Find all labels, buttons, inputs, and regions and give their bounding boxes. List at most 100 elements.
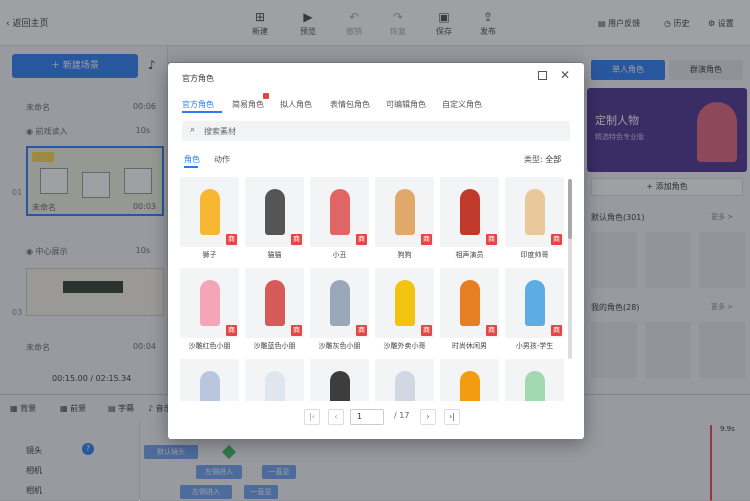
tab-anthro-role[interactable]: 拟人角色 xyxy=(280,99,312,110)
role-card[interactable]: 商猫猫 xyxy=(245,177,304,259)
save-button[interactable]: ▣ 保存 xyxy=(426,10,462,37)
character-figure xyxy=(330,189,350,235)
role-card[interactable]: 商狮子 xyxy=(180,177,239,259)
background-tool[interactable]: ▦ 背景 xyxy=(10,403,36,414)
more-link[interactable]: 更多 > xyxy=(711,212,733,222)
role-card[interactable]: 商时尚休闲男 xyxy=(440,268,499,350)
timeline-clip[interactable]: 一直显 xyxy=(244,485,278,499)
role-card[interactable]: 商相声演员 xyxy=(440,177,499,259)
role-card[interactable] xyxy=(245,359,304,401)
role-image: 商 xyxy=(310,177,369,247)
settings-button[interactable]: ⚙ 设置 xyxy=(708,18,734,29)
scene-header[interactable]: ◉ 中心展示 10s xyxy=(26,246,162,260)
timeline-clip[interactable]: 左侧进入 xyxy=(196,465,242,479)
undo-button[interactable]: ↶ 撤销 xyxy=(336,10,372,37)
tab-emoji-role[interactable]: 表情包角色 xyxy=(330,99,370,110)
role-card[interactable] xyxy=(440,359,499,401)
scene-name: 前戏读入 xyxy=(35,127,68,136)
role-card[interactable] xyxy=(375,359,434,401)
role-thumbnail[interactable] xyxy=(591,232,637,288)
role-card[interactable]: 商沙雕外卖小哥 xyxy=(375,268,434,350)
role-image xyxy=(440,359,499,401)
role-thumbnail[interactable] xyxy=(645,322,691,378)
role-name: 时尚休闲男 xyxy=(452,342,487,350)
subtab-role[interactable]: 角色 xyxy=(184,154,200,165)
prev-page-button[interactable]: ‹ xyxy=(328,409,344,425)
publish-button[interactable]: ⇪ 发布 xyxy=(470,10,506,37)
scene-row[interactable]: 未命名 00:04 xyxy=(26,342,162,356)
role-thumbnail[interactable] xyxy=(645,232,691,288)
page-input[interactable]: 1 xyxy=(350,409,384,425)
help-icon[interactable]: ? xyxy=(82,443,94,455)
role-image: 商 xyxy=(505,268,564,338)
back-home-link[interactable]: ‹ 返回主页 xyxy=(6,16,48,29)
scene-row[interactable]: 未命名 00:06 xyxy=(26,102,162,116)
role-thumbnail[interactable] xyxy=(591,322,637,378)
role-card[interactable] xyxy=(180,359,239,401)
preview-button[interactable]: ▶ 预览 xyxy=(290,10,326,37)
character-figure xyxy=(525,189,545,235)
role-name: 沙雕蓝色小朋 xyxy=(253,342,296,350)
role-thumbnail[interactable] xyxy=(699,232,745,288)
timeline-clip[interactable]: 左侧进入 xyxy=(180,485,232,499)
close-icon[interactable]: ✕ xyxy=(560,68,570,82)
scene-name: 未命名 xyxy=(26,343,50,352)
tab-custom-role[interactable]: 自定义角色 xyxy=(442,99,482,110)
role-card[interactable]: 商沙雕红色小朋 xyxy=(180,268,239,350)
role-card[interactable] xyxy=(310,359,369,401)
commercial-badge: 商 xyxy=(486,325,497,336)
banner-title: 定制人物 xyxy=(595,114,639,127)
scene-thumbnail[interactable] xyxy=(26,268,164,316)
new-button[interactable]: ⊞ 新建 xyxy=(242,10,278,37)
role-card[interactable]: 商沙雕蓝色小朋 xyxy=(245,268,304,350)
role-card[interactable]: 商印度帅哥 xyxy=(505,177,564,259)
history-icon: ◷ xyxy=(664,19,671,28)
role-card[interactable]: 商沙雕灰色小朋 xyxy=(310,268,369,350)
role-card[interactable]: 商狗狗 xyxy=(375,177,434,259)
playhead[interactable] xyxy=(710,425,712,501)
scene-time: 10s xyxy=(135,126,150,135)
tab-single-role[interactable]: 单人角色 xyxy=(591,60,665,80)
feedback-button[interactable]: ▤ 用户反馈 xyxy=(598,18,640,29)
undo-label: 撤销 xyxy=(346,27,362,36)
scrollbar[interactable] xyxy=(568,179,572,359)
tab-official-role[interactable]: 官方角色 xyxy=(182,99,214,110)
scene-number: 01 xyxy=(12,188,23,197)
last-page-button[interactable]: ›| xyxy=(444,409,460,425)
new-scene-button[interactable]: ＋ 新建场景 xyxy=(12,54,138,78)
role-name: 狗狗 xyxy=(397,251,412,259)
role-card[interactable] xyxy=(505,359,564,401)
scene-time: 10s xyxy=(135,246,150,255)
role-thumbnail[interactable] xyxy=(699,322,745,378)
next-page-button[interactable]: › xyxy=(420,409,436,425)
first-page-button[interactable]: |‹ xyxy=(304,409,320,425)
role-image: 商 xyxy=(310,268,369,338)
role-card[interactable]: 商小男孩-学生 xyxy=(505,268,564,350)
scene-thumbnail-selected[interactable]: 未命名 00:03 xyxy=(26,146,164,216)
subtitle-tool[interactable]: ▤ 字幕 xyxy=(108,403,134,414)
music-icon[interactable]: ♪ xyxy=(148,58,156,72)
timeline-clip[interactable]: 默认镜头 xyxy=(144,445,198,459)
search-input[interactable]: ⌕ 搜索素材 xyxy=(182,121,570,141)
add-role-button[interactable]: + 添加角色 xyxy=(591,178,743,196)
custom-role-banner[interactable]: 定制人物 精选特色专业版 xyxy=(587,88,747,172)
back-home-label: 返回主页 xyxy=(12,19,49,29)
subtab-action[interactable]: 动作 xyxy=(214,154,230,165)
scene-header[interactable]: ◉ 前戏读入 10s xyxy=(26,126,162,140)
tab-group-role[interactable]: 群演角色 xyxy=(669,60,743,80)
history-button[interactable]: ◷ 历史 xyxy=(664,18,690,29)
tab-simple-role[interactable]: 简易角色 xyxy=(232,99,264,110)
role-card[interactable]: 商小丑 xyxy=(310,177,369,259)
keyframe-icon[interactable] xyxy=(221,444,237,460)
type-filter[interactable]: 类型: 全部 xyxy=(524,154,561,165)
timeline-clip[interactable]: 一直显 xyxy=(262,465,296,479)
role-image: 商 xyxy=(180,268,239,338)
foreground-tool[interactable]: ▦ 前景 xyxy=(60,403,86,414)
redo-button[interactable]: ↷ 恢复 xyxy=(380,10,416,37)
scrollbar-thumb[interactable] xyxy=(568,179,572,239)
more-link[interactable]: 更多 > xyxy=(711,302,733,312)
tab-editable-role[interactable]: 可编辑角色 xyxy=(386,99,426,110)
play-icon: ▶ xyxy=(303,10,313,24)
filter-value: 全部 xyxy=(545,155,562,164)
maximize-icon[interactable] xyxy=(538,71,547,80)
